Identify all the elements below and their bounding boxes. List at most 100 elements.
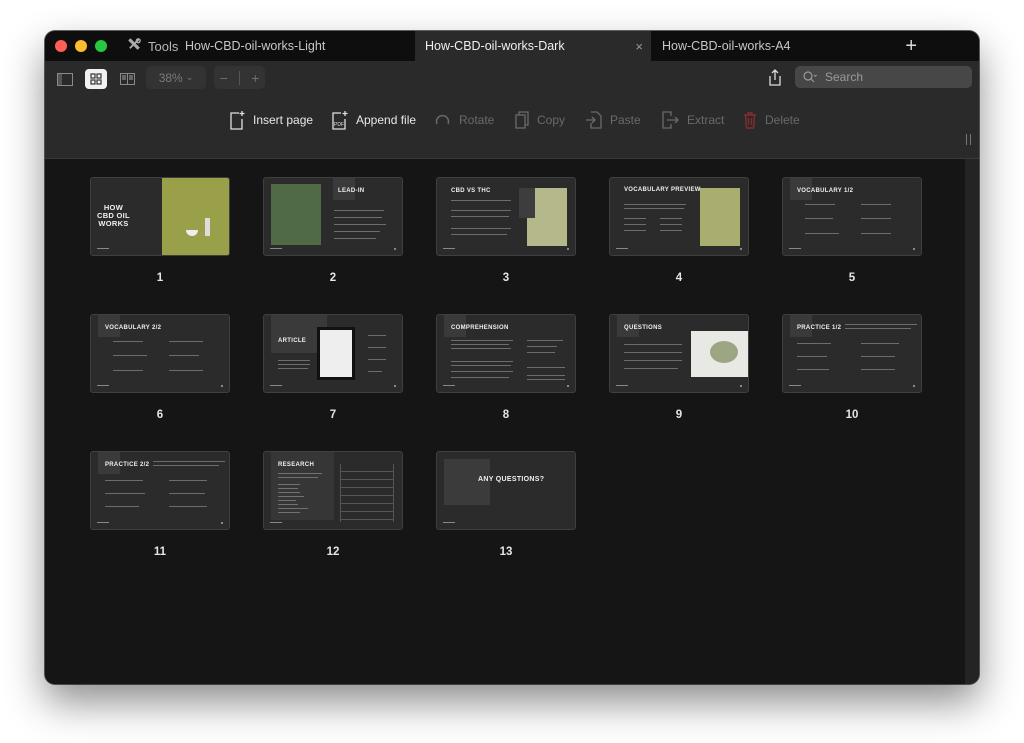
page-number: 4 [675, 272, 683, 284]
page-number: 3 [502, 272, 510, 284]
page-thumbnail[interactable]: ANY QUESTIONS? 13 [436, 451, 576, 558]
zoom-out-button[interactable]: − [220, 70, 228, 86]
action-label: Paste [610, 113, 641, 127]
paste-button[interactable]: Paste [586, 101, 641, 139]
page-number: 2 [329, 272, 337, 284]
tab-label: How-CBD-oil-works-Dark [425, 39, 565, 53]
slide-preview: ARTICLE [263, 314, 403, 393]
zoom-level-select[interactable]: 38% ⌄ [146, 66, 206, 89]
page-number: 6 [156, 409, 164, 421]
page-thumbnail[interactable]: PRACTICE 2/2 11 [90, 451, 230, 558]
page-number: 10 [845, 409, 859, 421]
slide-title: LEAD-IN [338, 188, 365, 194]
tools-button[interactable]: Tools [127, 31, 178, 61]
slide-preview: HOW CBD OIL WORKS [90, 177, 230, 256]
slide-title: VOCABULARY 1/2 [797, 188, 854, 194]
slide-preview: COMPREHENSION [436, 314, 576, 393]
page-number: 9 [675, 409, 683, 421]
slide-title: PRACTICE 1/2 [797, 325, 842, 331]
toolbar: 38% ⌄ − + Insert page PDF Append file [45, 61, 979, 159]
tab-bar: Tools How-CBD-oil-works-Light How-CBD-oi… [45, 31, 979, 61]
sidebar-view-button[interactable] [54, 69, 76, 89]
close-window-button[interactable] [55, 40, 67, 52]
slide-preview: LEAD-IN [263, 177, 403, 256]
slide-title: QUESTIONS [624, 325, 663, 331]
insert-page-button[interactable]: Insert page [229, 101, 313, 139]
tab-dark[interactable]: How-CBD-oil-works-Dark × [415, 31, 651, 61]
tab-a4[interactable]: How-CBD-oil-works-A4 [662, 31, 882, 61]
action-label: Delete [765, 113, 800, 127]
page-thumbnail[interactable]: VOCABULARY 2/2 6 [90, 314, 230, 421]
slide-title: RESEARCH [278, 462, 315, 468]
action-label: Append file [356, 113, 417, 127]
bottle-shape [205, 218, 210, 236]
search-field[interactable] [795, 66, 972, 88]
page-number: 12 [326, 546, 340, 558]
two-page-icon [119, 73, 135, 85]
slide-title: COMPREHENSION [451, 325, 509, 331]
zoom-in-button[interactable]: + [251, 70, 259, 86]
rotate-button[interactable]: Rotate [434, 101, 494, 139]
slide-preview: VOCABULARY 1/2 [782, 177, 922, 256]
vertical-scrollbar[interactable] [965, 159, 979, 684]
minimize-window-button[interactable] [75, 40, 87, 52]
tab-label: How-CBD-oil-works-Light [185, 39, 326, 53]
page-thumbnail[interactable]: HOW CBD OIL WORKS 1 [90, 177, 230, 284]
new-tab-button[interactable]: + [905, 31, 917, 61]
search-input[interactable] [823, 69, 947, 85]
page-thumbnail[interactable]: ARTICLE 7 [263, 314, 403, 421]
slide-photo [271, 184, 321, 245]
slide-preview: PRACTICE 1/2 [782, 314, 922, 393]
append-file-button[interactable]: PDF Append file [331, 101, 416, 139]
toolbar-grip-handle[interactable] [966, 134, 971, 145]
page-number: 11 [153, 546, 167, 558]
slide-title: VOCABULARY PREVIEW [624, 187, 701, 193]
research-table [340, 464, 394, 522]
page-number: 13 [499, 546, 513, 558]
extract-button[interactable]: Extract [661, 101, 724, 139]
page-thumbnail[interactable]: VOCABULARY PREVIEW 4 [609, 177, 749, 284]
page-number: 8 [502, 409, 510, 421]
app-window: Tools How-CBD-oil-works-Light How-CBD-oi… [45, 31, 979, 684]
sidebar-icon [57, 72, 73, 86]
tools-icon [127, 37, 142, 55]
action-label: Rotate [459, 113, 495, 127]
window-controls [55, 40, 107, 52]
slide-footer [97, 248, 109, 249]
tools-label: Tools [148, 38, 179, 54]
page-number: 5 [848, 272, 856, 284]
tab-light[interactable]: How-CBD-oil-works-Light [185, 31, 413, 61]
slide-preview: VOCABULARY PREVIEW [609, 177, 749, 256]
slide-title: HOW CBD OIL WORKS [97, 203, 130, 228]
slide-title: ARTICLE [278, 338, 307, 344]
slide-preview: CBD VS THC [436, 177, 576, 256]
zoom-window-button[interactable] [95, 40, 107, 52]
divider [238, 70, 240, 85]
search-icon [803, 71, 817, 83]
paste-icon [586, 111, 602, 129]
product-photo [162, 178, 229, 255]
close-tab-icon[interactable]: × [635, 39, 643, 54]
page-thumbnail[interactable]: VOCABULARY 1/2 5 [782, 177, 922, 284]
slide-title: VOCABULARY 2/2 [105, 325, 162, 331]
page-thumbnail[interactable]: RESEARCH 12 [263, 451, 403, 558]
share-button[interactable] [768, 69, 784, 87]
trash-icon [744, 111, 756, 129]
slide-preview: VOCABULARY 2/2 [90, 314, 230, 393]
extract-icon [662, 111, 679, 129]
append-file-icon: PDF [332, 110, 348, 130]
copy-button[interactable]: Copy [515, 101, 565, 139]
chevron-down-icon: ⌄ [185, 72, 194, 82]
insert-page-icon [230, 110, 245, 130]
page-thumbnail[interactable]: CBD VS THC 3 [436, 177, 576, 284]
page-thumbnail[interactable]: COMPREHENSION 8 [436, 314, 576, 421]
page-thumbnail[interactable]: QUESTIONS 9 [609, 314, 749, 421]
two-page-view-button[interactable] [116, 69, 138, 89]
zoom-level-value: 38% [158, 70, 183, 85]
grid-view-button[interactable] [85, 69, 107, 89]
action-label: Extract [687, 113, 725, 127]
page-thumbnail[interactable]: PRACTICE 1/2 10 [782, 314, 922, 421]
delete-button[interactable]: Delete [743, 101, 800, 139]
page-number: 7 [329, 409, 337, 421]
page-thumbnail[interactable]: LEAD-IN 2 [263, 177, 403, 284]
